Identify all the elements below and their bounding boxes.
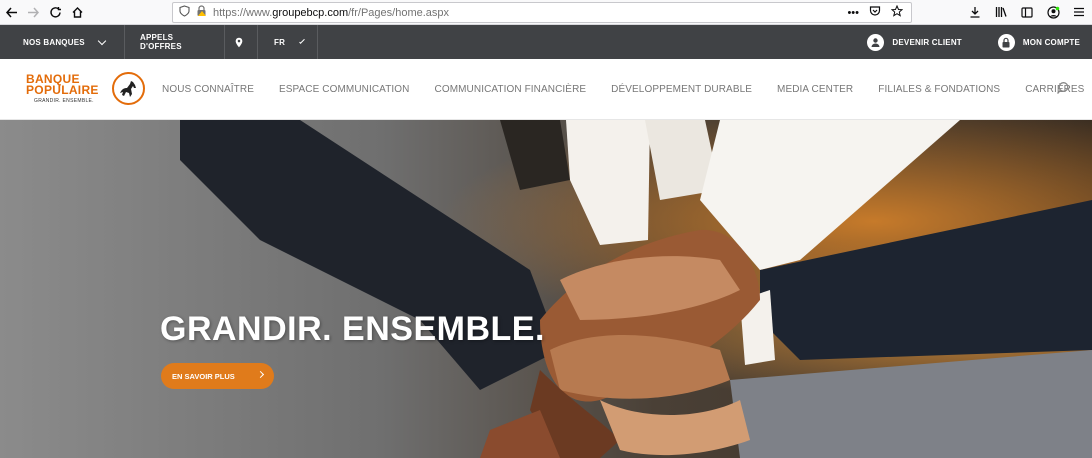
devenir-client-label: DEVENIR CLIENT xyxy=(892,37,962,47)
top-utility-bar: NOS BANQUES APPELS D'OFFRES FR DEVENIR C… xyxy=(0,25,1092,59)
home-icon[interactable] xyxy=(66,1,88,23)
nav-communication-financiere[interactable]: COMMUNICATION FINANCIÈRE xyxy=(435,84,587,95)
lock-icon xyxy=(997,33,1015,51)
page-actions-icon[interactable]: ••• xyxy=(847,7,859,19)
banque-populaire-logo[interactable]: BANQUE POPULAIRE GRANDIR. ENSEMBLE. xyxy=(26,71,146,107)
nav-media-center[interactable]: MEDIA CENTER xyxy=(777,84,853,95)
bookmark-star-icon[interactable] xyxy=(890,4,904,20)
account-icon[interactable] xyxy=(1044,3,1062,21)
nav-carrieres[interactable]: CARRIÈRES xyxy=(1025,84,1084,95)
chevron-down-icon xyxy=(299,37,305,44)
mon-compte-link[interactable]: MON COMPTE xyxy=(997,33,1080,51)
back-icon[interactable] xyxy=(0,1,22,23)
logo-tagline: GRANDIR. ENSEMBLE. xyxy=(34,98,94,104)
logo-line2: POPULAIRE xyxy=(26,83,99,97)
nos-banques-label: NOS BANQUES xyxy=(23,37,85,47)
devenir-client-link[interactable]: DEVENIR CLIENT xyxy=(867,33,962,51)
primary-nav-links: NOUS CONNAÎTRE ESPACE COMMUNICATION COMM… xyxy=(162,59,1092,120)
shield-icon[interactable] xyxy=(179,4,190,22)
hero-hands-image xyxy=(180,120,1092,458)
language-label: FR xyxy=(274,37,286,47)
horse-emblem-icon xyxy=(112,72,145,105)
download-icon[interactable] xyxy=(966,3,984,21)
appels-offres-link[interactable]: APPELS D'OFFRES xyxy=(125,25,225,59)
location-button[interactable] xyxy=(225,25,258,59)
main-navigation: BANQUE POPULAIRE GRANDIR. ENSEMBLE. NOUS… xyxy=(0,59,1092,120)
en-savoir-plus-button[interactable]: EN SAVOIR PLUS xyxy=(161,363,274,389)
url-bar[interactable]: https://www.groupebcp.com/fr/Pages/home.… xyxy=(172,2,912,23)
menu-icon[interactable] xyxy=(1070,3,1088,21)
reload-icon[interactable] xyxy=(44,1,66,23)
browser-toolbar: https://www.groupebcp.com/fr/Pages/home.… xyxy=(0,0,1092,25)
language-dropdown[interactable]: FR xyxy=(258,25,318,59)
user-icon xyxy=(867,33,885,51)
url-domain: groupebcp.com xyxy=(272,6,349,19)
nos-banques-dropdown[interactable]: NOS BANQUES xyxy=(0,25,125,59)
lock-warning-icon[interactable] xyxy=(196,4,207,22)
forward-icon[interactable] xyxy=(22,1,44,23)
nav-nous-connaitre[interactable]: NOUS CONNAÎTRE xyxy=(162,84,254,95)
search-icon[interactable] xyxy=(1056,81,1070,100)
hero-banner: GRANDIR. ENSEMBLE. EN SAVOIR PLUS xyxy=(0,120,1092,458)
location-pin-icon xyxy=(235,37,243,47)
chevron-right-icon xyxy=(256,370,265,379)
mon-compte-label: MON COMPTE xyxy=(1022,37,1080,47)
nav-filiales-fondations[interactable]: FILIALES & FONDATIONS xyxy=(878,84,1000,95)
pocket-icon[interactable] xyxy=(869,5,881,20)
en-savoir-plus-label: EN SAVOIR PLUS xyxy=(172,371,235,381)
library-icon[interactable] xyxy=(992,3,1010,21)
url-text[interactable]: https://www.groupebcp.com/fr/Pages/home.… xyxy=(213,7,449,19)
url-path: /fr/Pages/home.aspx xyxy=(348,6,450,19)
hero-title: GRANDIR. ENSEMBLE. xyxy=(160,310,545,348)
appels-offres-label: APPELS D'OFFRES xyxy=(140,33,182,51)
nav-espace-communication[interactable]: ESPACE COMMUNICATION xyxy=(279,84,410,95)
chevron-down-icon xyxy=(97,36,107,45)
url-prefix: https://www. xyxy=(213,6,273,19)
sidebar-icon[interactable] xyxy=(1018,3,1036,21)
nav-developpement-durable[interactable]: DÉVELOPPEMENT DURABLE xyxy=(611,84,752,95)
